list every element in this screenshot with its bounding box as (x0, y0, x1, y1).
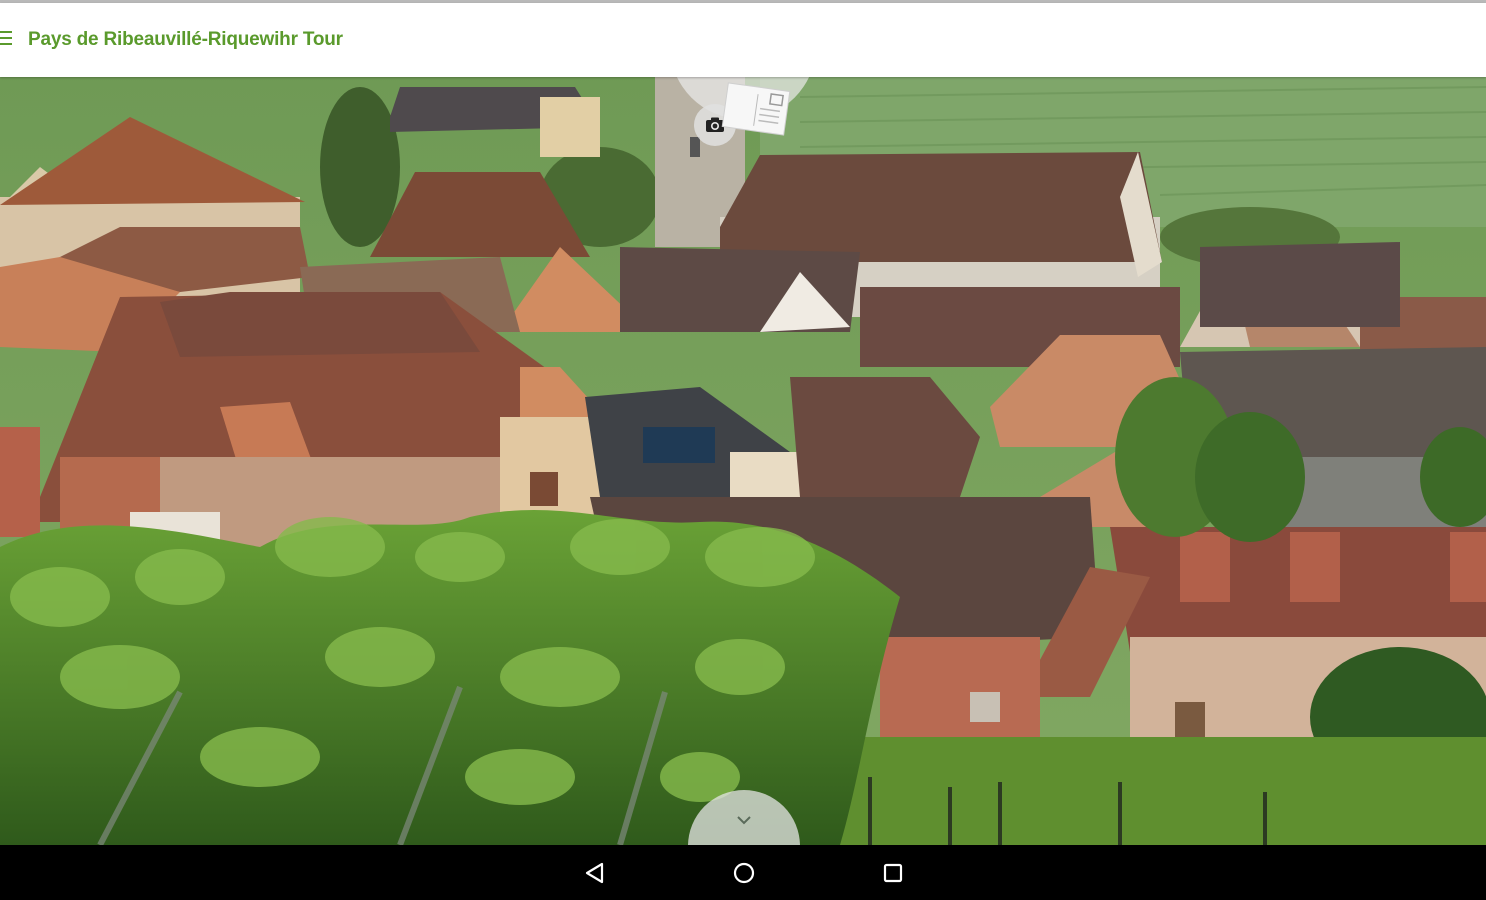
expand-panel-button[interactable] (688, 790, 800, 845)
system-nav-bar (0, 845, 1486, 900)
app-bar: Pays de Ribeauvillé-Riquewihr Tour (0, 3, 1486, 77)
app-title: Pays de Ribeauvillé-Riquewihr Tour (28, 29, 343, 50)
recents-square-icon[interactable] (880, 860, 906, 886)
back-triangle-icon[interactable] (582, 860, 608, 886)
home-circle-icon[interactable] (731, 860, 757, 886)
chevron-down-icon (737, 816, 751, 825)
tour-photo (0, 77, 1486, 845)
hamburger-menu-icon[interactable] (0, 29, 14, 49)
postcard-icon[interactable] (721, 82, 791, 136)
